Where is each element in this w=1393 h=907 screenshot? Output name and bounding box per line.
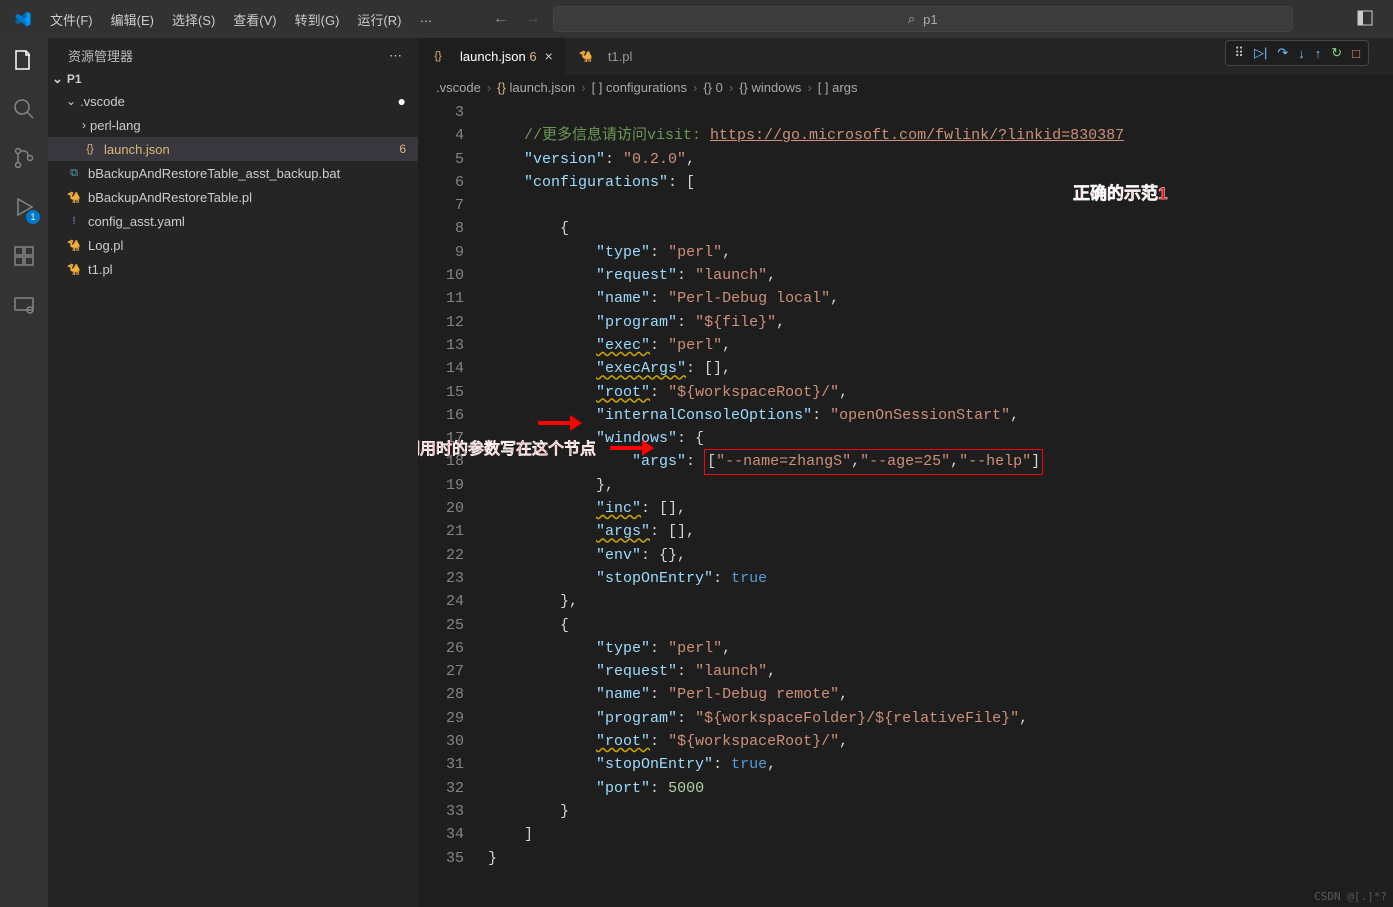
chevron-icon: › bbox=[82, 118, 86, 132]
menu-select[interactable]: 选择(S) bbox=[164, 6, 223, 33]
annotation-1: 正确的示范1 bbox=[1073, 182, 1167, 205]
file-icon: 🐪 bbox=[66, 261, 82, 277]
watermark: CSDN @[.]*? bbox=[1314, 890, 1387, 903]
debug-badge: 1 bbox=[26, 210, 40, 224]
annotation-2: 调用时的参数写在这个节点 bbox=[418, 438, 596, 461]
tree-item[interactable]: 🐪 bBackupAndRestoreTable.pl bbox=[48, 185, 418, 209]
tab-label: launch.json 6 bbox=[460, 49, 537, 64]
source-control-icon[interactable] bbox=[12, 146, 36, 173]
stop-icon[interactable]: □ bbox=[1352, 46, 1360, 61]
tree-label: Log.pl bbox=[88, 238, 123, 253]
problems-badge: 6 bbox=[399, 142, 406, 156]
menu-view[interactable]: 查看(V) bbox=[225, 6, 284, 33]
continue-icon[interactable]: ▷| bbox=[1254, 45, 1267, 61]
step-into-icon[interactable]: ↓ bbox=[1298, 46, 1305, 61]
remote-icon[interactable] bbox=[12, 293, 36, 320]
titlebar: 文件(F) 编辑(E) 选择(S) 查看(V) 转到(G) 运行(R) … ← … bbox=[0, 0, 1393, 38]
search-icon: ⌕ bbox=[908, 11, 915, 27]
extensions-icon[interactable] bbox=[12, 244, 36, 271]
arrow-icon bbox=[534, 415, 582, 429]
main-menu: 文件(F) 编辑(E) 选择(S) 查看(V) 转到(G) 运行(R) … bbox=[42, 6, 440, 33]
tree-label: bBackupAndRestoreTable_asst_backup.bat bbox=[88, 166, 340, 181]
tree-item[interactable]: ⧉ bBackupAndRestoreTable_asst_backup.bat bbox=[48, 161, 418, 185]
tree-label: bBackupAndRestoreTable.pl bbox=[88, 190, 252, 205]
menu-file[interactable]: 文件(F) bbox=[42, 6, 101, 33]
step-over-icon[interactable]: ↷ bbox=[1277, 45, 1288, 61]
tree-label: perl-lang bbox=[90, 118, 141, 133]
menu-goto[interactable]: 转到(G) bbox=[287, 6, 348, 33]
tree-label: launch.json bbox=[104, 142, 170, 157]
layout-customize-icon[interactable] bbox=[1345, 10, 1385, 29]
file-icon: ! bbox=[66, 213, 82, 229]
explorer-icon[interactable] bbox=[12, 48, 36, 75]
run-debug-icon[interactable]: 1 bbox=[12, 195, 36, 222]
chevron-icon: ⌄ bbox=[66, 94, 76, 108]
activity-bar: 1 bbox=[0, 38, 48, 907]
tree-item[interactable]: 🐪 Log.pl bbox=[48, 233, 418, 257]
tree-label: t1.pl bbox=[88, 262, 113, 277]
menu-more-icon[interactable]: … bbox=[411, 6, 440, 33]
tree-item[interactable]: 🐪 t1.pl bbox=[48, 257, 418, 281]
drag-handle-icon[interactable]: ⠿ bbox=[1234, 45, 1244, 61]
tree-item[interactable]: › perl-lang bbox=[48, 113, 418, 137]
line-gutter: 3456789101112131415161718192021222324252… bbox=[418, 100, 488, 907]
search-icon[interactable] bbox=[12, 97, 36, 124]
vscode-logo-icon bbox=[14, 10, 32, 28]
tree-item[interactable]: {} launch.json 6 bbox=[48, 137, 418, 161]
command-center[interactable]: ⌕ p1 bbox=[553, 6, 1293, 32]
file-icon: {} bbox=[82, 141, 98, 157]
code-content[interactable]: 正确的示范1 调用时的参数写在这个节点 //更多信息请访问visit: http… bbox=[488, 100, 1393, 907]
editor-tab[interactable]: {} launch.json 6 × bbox=[418, 38, 566, 74]
code-editor[interactable]: 3456789101112131415161718192021222324252… bbox=[418, 100, 1393, 907]
chevron-down-icon: ⌄ bbox=[52, 71, 63, 87]
breadcrumb[interactable]: .vscode›{} launch.json›[ ] configuration… bbox=[418, 74, 1393, 100]
nav-forward-icon[interactable]: → bbox=[525, 10, 541, 28]
close-icon[interactable]: × bbox=[545, 48, 553, 64]
restart-icon[interactable]: ↻ bbox=[1331, 45, 1342, 61]
arrow-icon bbox=[606, 440, 654, 454]
project-section[interactable]: ⌄ P1 bbox=[48, 69, 418, 89]
file-icon: 🐪 bbox=[66, 237, 82, 253]
sidebar-title: 资源管理器 bbox=[68, 46, 133, 65]
editor-tab[interactable]: 🐪 t1.pl bbox=[566, 38, 646, 74]
menu-run[interactable]: 运行(R) bbox=[349, 6, 409, 33]
step-out-icon[interactable]: ↑ bbox=[1315, 46, 1322, 61]
editor-area: {} launch.json 6 × 🐪 t1.pl ⠿ ▷| ↷ ↓ ↑ ↻ □ .v… bbox=[418, 38, 1393, 907]
file-icon: 🐪 bbox=[66, 189, 82, 205]
tab-label: t1.pl bbox=[608, 49, 633, 64]
file-tree: ⌄ .vscode ● › perl-lang {} launch.json 6 ⧉ bBacku… bbox=[48, 89, 418, 281]
tree-label: config_asst.yaml bbox=[88, 214, 185, 229]
tree-item[interactable]: ⌄ .vscode ● bbox=[48, 89, 418, 113]
search-text: p1 bbox=[923, 12, 937, 27]
tree-item[interactable]: ! config_asst.yaml bbox=[48, 209, 418, 233]
file-icon: {} bbox=[430, 48, 446, 64]
sidebar-more-icon[interactable]: ⋯ bbox=[389, 48, 402, 64]
menu-edit[interactable]: 编辑(E) bbox=[103, 6, 162, 33]
sidebar: 资源管理器 ⋯ ⌄ P1 ⌄ .vscode ● › perl-lang {} launch… bbox=[48, 38, 418, 907]
modified-dot-icon: ● bbox=[398, 93, 406, 109]
file-icon: ⧉ bbox=[66, 165, 82, 181]
file-icon: 🐪 bbox=[578, 48, 594, 64]
tree-label: .vscode bbox=[80, 94, 125, 109]
nav-back-icon[interactable]: ← bbox=[493, 10, 509, 28]
debug-toolbar: ⠿ ▷| ↷ ↓ ↑ ↻ □ bbox=[1225, 40, 1369, 66]
